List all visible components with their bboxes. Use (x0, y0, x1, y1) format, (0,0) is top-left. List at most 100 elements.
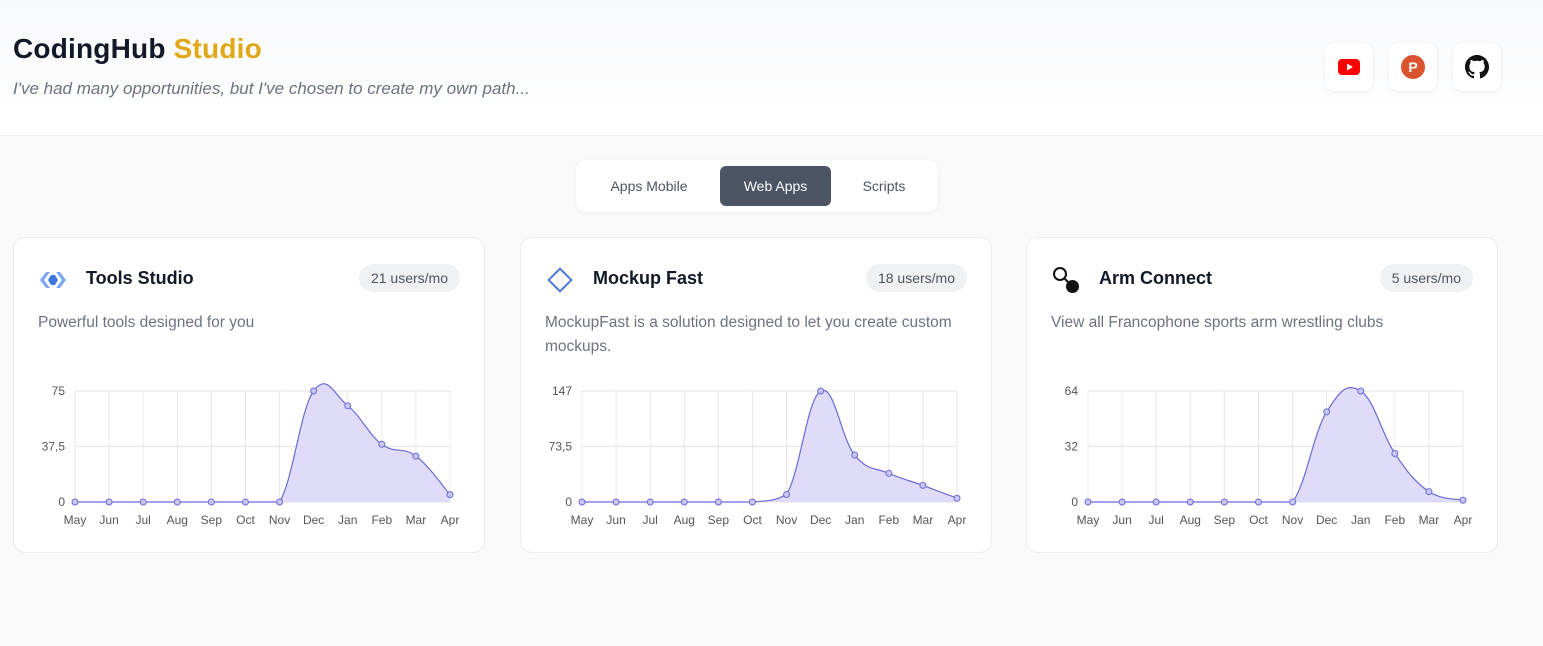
x-tick-label: Nov (269, 513, 290, 527)
tab-web-apps[interactable]: Web Apps (720, 166, 831, 206)
series-area (75, 383, 450, 502)
data-point (1289, 498, 1297, 506)
y-tick-label: 0 (58, 495, 65, 509)
y-tick-label: 32 (1065, 440, 1079, 454)
x-tick-label: May (571, 513, 594, 527)
x-tick-label: Mar (1419, 513, 1440, 527)
youtube-icon (1338, 59, 1360, 75)
data-point (241, 498, 249, 506)
data-point (105, 498, 113, 506)
x-tick-label: Oct (743, 513, 762, 527)
brand-accent: Studio (173, 33, 262, 64)
x-tick-label: Apr (1454, 513, 1473, 527)
x-tick-label: Sep (201, 513, 223, 527)
mockup-diamond-icon (547, 267, 573, 293)
x-tick-label: Jun (606, 513, 625, 527)
usage-chart: 0 37,5 75 May Jun Jul Aug Sep Oct Nov Dec Jan Feb Mar… (42, 383, 460, 527)
data-point (714, 498, 722, 506)
x-tick-label: Dec (1316, 513, 1337, 527)
data-point (1118, 498, 1126, 506)
card-title: Mockup Fast (593, 268, 704, 288)
y-tick-label: 73,5 (549, 440, 573, 454)
data-point (783, 490, 791, 498)
x-tick-label: Apr (441, 513, 460, 527)
brand-logo[interactable]: CodingHub Studio (13, 33, 262, 65)
data-point (748, 498, 756, 506)
x-tick-label: Oct (1249, 513, 1268, 527)
github-link[interactable] (1453, 43, 1501, 91)
data-point (344, 402, 352, 410)
y-tick-label: 147 (552, 384, 572, 398)
y-tick-label: 75 (52, 384, 66, 398)
github-icon (1465, 55, 1489, 79)
data-point (578, 498, 586, 506)
x-tick-label: Feb (1384, 513, 1405, 527)
users-badge: 5 users/mo (1379, 264, 1473, 292)
data-point (680, 498, 688, 506)
producthunt-link[interactable]: P (1389, 43, 1437, 91)
x-tick-label: Mar (913, 513, 934, 527)
x-tick-label: Sep (1214, 513, 1236, 527)
x-tick-label: Nov (776, 513, 797, 527)
data-point (1459, 496, 1467, 504)
x-tick-label: Feb (371, 513, 392, 527)
card-description: MockupFast is a solution designed to let… (545, 314, 952, 355)
card-title: Arm Connect (1099, 268, 1213, 288)
x-tick-label: Sep (708, 513, 730, 527)
x-tick-label: Jul (643, 513, 658, 527)
users-badge: 18 users/mo (865, 264, 967, 292)
data-point (817, 387, 825, 395)
data-point (310, 387, 318, 395)
data-point (1425, 488, 1433, 496)
data-point (612, 498, 620, 506)
data-point (276, 498, 284, 506)
card-title: Tools Studio (86, 268, 194, 288)
x-tick-label: Aug (1180, 513, 1201, 527)
x-tick-label: Apr (948, 513, 967, 527)
x-tick-label: Dec (810, 513, 831, 527)
x-tick-label: May (1077, 513, 1100, 527)
x-tick-label: May (64, 513, 87, 527)
y-tick-label: 0 (565, 495, 572, 509)
data-point (1323, 408, 1331, 416)
producthunt-icon: P (1401, 55, 1425, 79)
project-card-mockup-fast[interactable]: Mockup Fast 18 users/mo MockupFast is a … (520, 237, 992, 553)
y-tick-label: 37,5 (42, 440, 66, 454)
data-point (1186, 498, 1194, 506)
x-tick-label: Jul (1149, 513, 1164, 527)
data-point (139, 498, 147, 506)
usage-chart: 0 32 64 May Jun Jul Aug Sep Oct Nov Dec Jan Feb Mar Ap… (1065, 384, 1473, 527)
data-point (1391, 449, 1399, 457)
x-tick-label: Jan (338, 513, 357, 527)
y-tick-label: 64 (1065, 384, 1079, 398)
x-tick-label: Jun (99, 513, 118, 527)
data-point (1084, 498, 1092, 506)
data-point (851, 451, 859, 459)
tagline: I've had many opportunities, but I've ch… (13, 79, 530, 98)
arm-connect-icon (1053, 267, 1079, 293)
data-point (412, 452, 420, 460)
data-point (446, 491, 454, 499)
data-point (1357, 387, 1365, 395)
y-tick-label: 0 (1071, 495, 1078, 509)
x-tick-label: Aug (167, 513, 188, 527)
category-tabs: Apps Mobile Web Apps Scripts (576, 160, 938, 212)
data-point (207, 498, 215, 506)
brand-main: CodingHub (13, 33, 166, 64)
project-card-arm-connect[interactable]: Arm Connect 5 users/mo View all Francoph… (1026, 237, 1498, 553)
x-tick-label: Jan (845, 513, 864, 527)
tab-scripts[interactable]: Scripts (839, 166, 929, 206)
svg-text:P: P (1408, 59, 1417, 75)
card-description: View all Francophone sports arm wrestlin… (1051, 314, 1384, 331)
project-card-tools-studio[interactable]: Tools Studio 21 users/mo Powerful tools … (13, 237, 485, 553)
data-point (173, 498, 181, 506)
youtube-link[interactable] (1325, 43, 1373, 91)
x-tick-label: Feb (878, 513, 899, 527)
tab-apps-mobile[interactable]: Apps Mobile (586, 166, 712, 206)
x-tick-label: Jun (1112, 513, 1131, 527)
x-tick-label: Jan (1351, 513, 1370, 527)
data-point (71, 498, 79, 506)
series-area (1088, 387, 1463, 502)
x-tick-label: Mar (406, 513, 427, 527)
data-point (646, 498, 654, 506)
